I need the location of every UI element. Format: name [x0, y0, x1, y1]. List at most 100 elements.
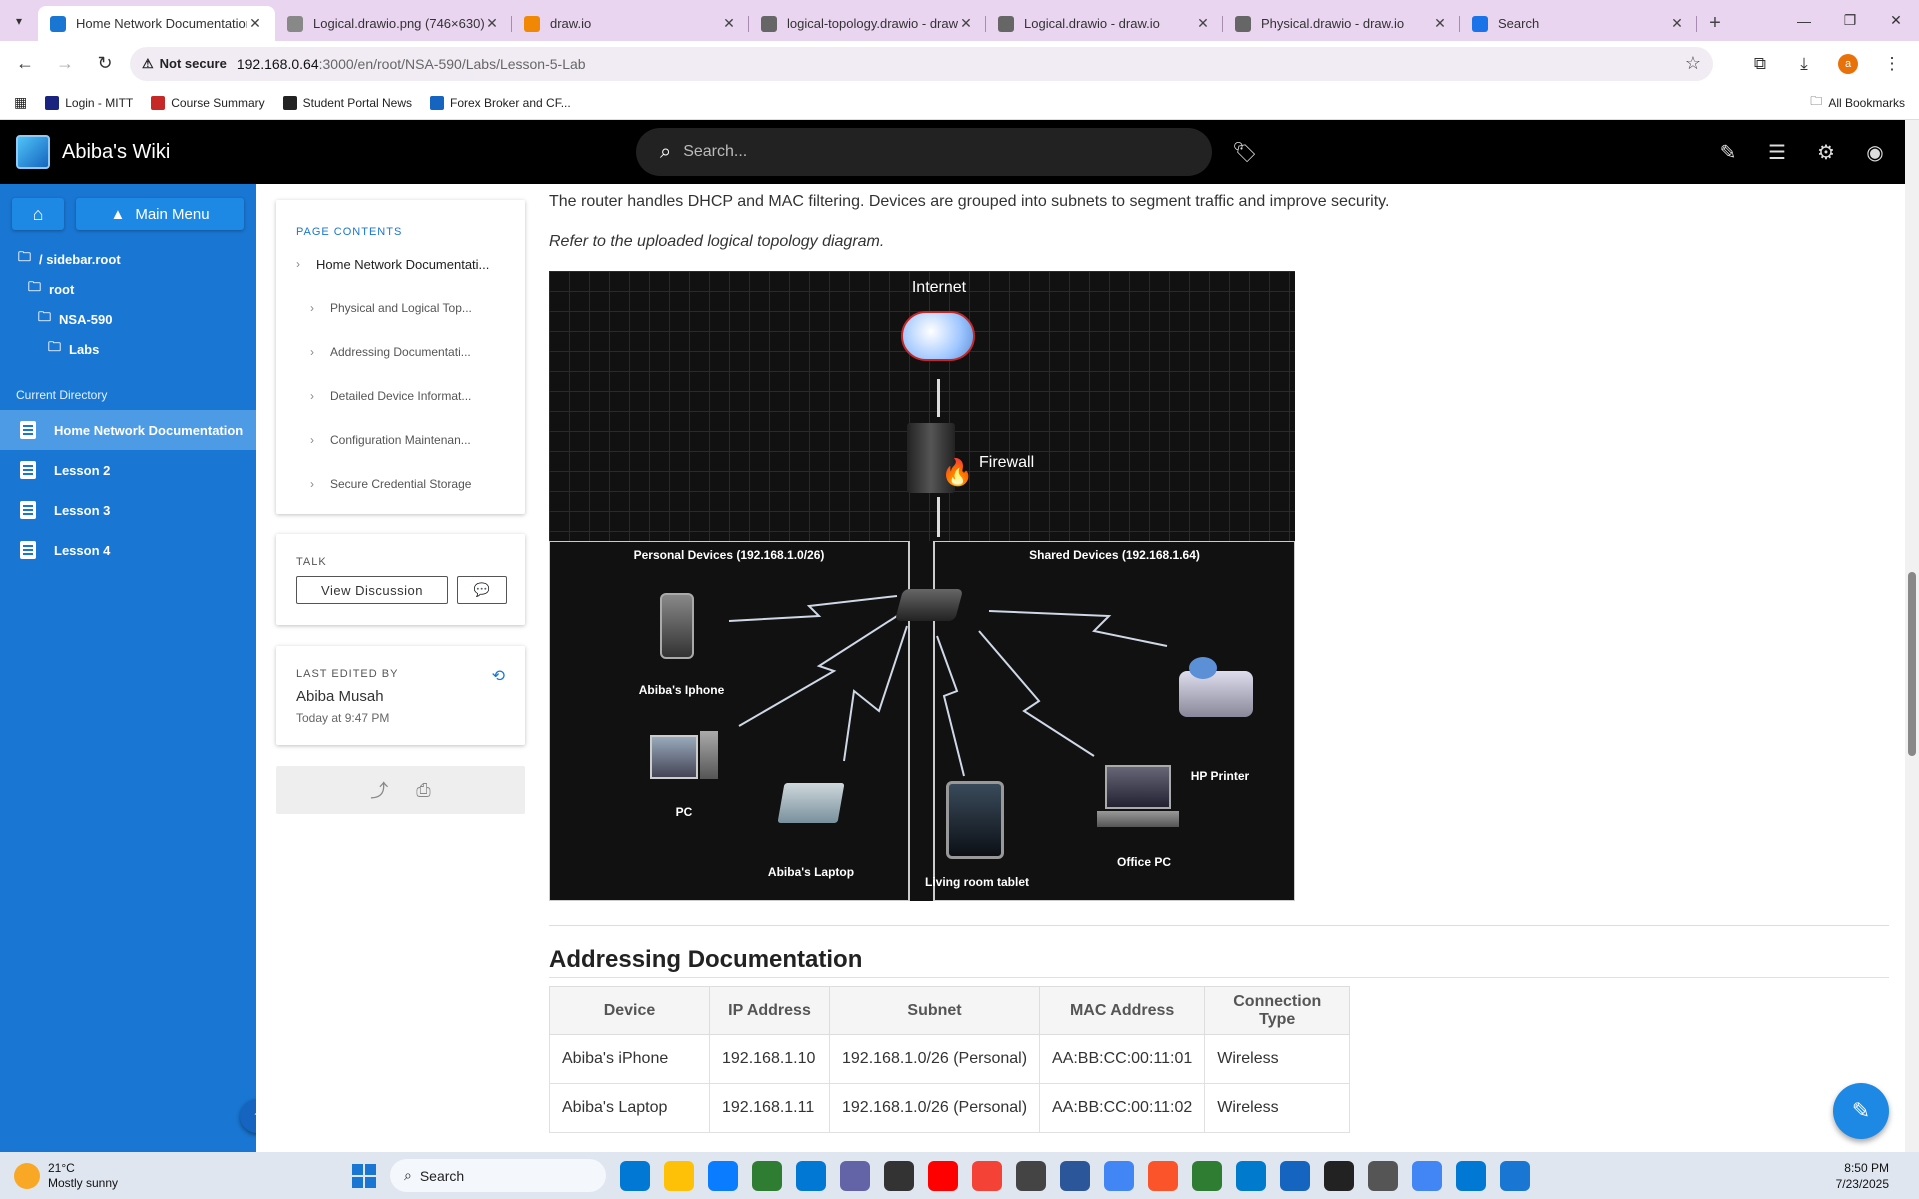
- table-header-cell[interactable]: MAC Address: [1039, 986, 1206, 1035]
- weather-widget[interactable]: 21°C Mostly sunny: [14, 1161, 118, 1191]
- restore-icon[interactable]: ❐: [1827, 0, 1873, 41]
- toc-item[interactable]: › Configuration Maintenan...: [276, 418, 525, 462]
- tab-close-icon[interactable]: ✕: [1195, 15, 1211, 32]
- profile-avatar[interactable]: a: [1831, 47, 1865, 81]
- last-edited-author[interactable]: Abiba Musah: [296, 688, 525, 705]
- taskbar-app-icon[interactable]: [1280, 1161, 1310, 1191]
- folder-tree-item[interactable]: 🗀 NSA-590: [0, 304, 256, 334]
- browser-tab[interactable]: Physical.drawio - draw.io ✕: [1223, 6, 1460, 41]
- bookmark-star-icon[interactable]: ☆: [1685, 53, 1701, 74]
- taskbar-app-icon[interactable]: [1368, 1161, 1398, 1191]
- history-icon[interactable]: ⟲: [492, 666, 505, 686]
- main-menu-button[interactable]: ▲ Main Menu: [76, 198, 244, 230]
- browser-menu-icon[interactable]: ⋮: [1875, 47, 1909, 81]
- share-icon[interactable]: ⤴: [370, 777, 388, 803]
- wiki-search-input[interactable]: ⌕ Search...: [636, 128, 1212, 176]
- browser-tab[interactable]: draw.io ✕: [512, 6, 749, 41]
- folder-tree-item[interactable]: 🗀 root: [0, 274, 256, 304]
- taskbar-app-icon[interactable]: [1500, 1161, 1530, 1191]
- tab-close-icon[interactable]: ✕: [247, 15, 263, 32]
- windows-start-icon[interactable]: [352, 1164, 376, 1188]
- folder-tree-item[interactable]: 🗀 / sidebar.root: [0, 244, 256, 274]
- new-comment-button[interactable]: 💬: [457, 576, 507, 604]
- sidebar-page-item[interactable]: Lesson 3: [0, 490, 256, 530]
- taskbar-app-icon[interactable]: [1324, 1161, 1354, 1191]
- bookmark-item[interactable]: Login - MITT: [45, 95, 133, 110]
- close-window-icon[interactable]: ✕: [1873, 0, 1919, 41]
- toc-item[interactable]: › Detailed Device Informat...: [276, 374, 525, 418]
- not-secure-badge[interactable]: ⚠ Not secure: [142, 56, 227, 72]
- admin-gear-icon[interactable]: ⚙: [1808, 134, 1844, 170]
- taskbar-app-icon[interactable]: [620, 1161, 650, 1191]
- address-bar[interactable]: ⚠ Not secure 192.168.0.64:3000/en/root/NS…: [130, 46, 1713, 81]
- taskbar-app-icon[interactable]: [1192, 1161, 1222, 1191]
- back-icon[interactable]: ←: [10, 49, 40, 79]
- forward-icon[interactable]: →: [50, 49, 80, 79]
- extensions-icon[interactable]: ⧉: [1743, 47, 1777, 81]
- browser-tab[interactable]: Home Network Documentation ✕: [38, 6, 275, 41]
- page-actions-icon[interactable]: ☰: [1759, 134, 1795, 170]
- taskbar-app-icon[interactable]: [1236, 1161, 1266, 1191]
- taskbar-app-icon[interactable]: [1016, 1161, 1046, 1191]
- view-discussion-button[interactable]: View Discussion: [296, 576, 448, 604]
- scrollbar-thumb[interactable]: [1908, 572, 1916, 756]
- table-header-cell[interactable]: Connection Type: [1204, 986, 1351, 1035]
- bookmark-item[interactable]: Course Summary: [151, 95, 265, 110]
- taskbar-app-icon[interactable]: [1412, 1161, 1442, 1191]
- wiki-title[interactable]: Abiba's Wiki: [62, 141, 170, 164]
- tab-close-icon[interactable]: ✕: [1669, 15, 1685, 32]
- download-icon[interactable]: ⤓: [1787, 47, 1821, 81]
- reload-icon[interactable]: ↻: [90, 49, 120, 79]
- apps-grid-icon[interactable]: ▦: [14, 94, 27, 111]
- edit-page-button[interactable]: ✎: [1833, 1083, 1889, 1139]
- tab-search-dropdown-icon[interactable]: ▾: [0, 0, 38, 41]
- tab-close-icon[interactable]: ✕: [958, 15, 974, 32]
- taskbar-app-icon[interactable]: [1104, 1161, 1134, 1191]
- folder-tree-item[interactable]: 🗀 Labs: [0, 334, 256, 364]
- taskbar-app-icon[interactable]: [708, 1161, 738, 1191]
- browser-tab[interactable]: logical-topology.drawio - draw.io ✕: [749, 6, 986, 41]
- minimize-icon[interactable]: —: [1781, 0, 1827, 41]
- wiki-logo[interactable]: [16, 135, 50, 169]
- taskbar-app-icon[interactable]: [928, 1161, 958, 1191]
- taskbar-search-icon: ⌕: [404, 1167, 412, 1183]
- bookmark-item[interactable]: Forex Broker and CF...: [430, 95, 571, 110]
- tab-close-icon[interactable]: ✕: [484, 15, 500, 32]
- account-icon[interactable]: ◉: [1857, 134, 1893, 170]
- logical-topology-diagram[interactable]: Internet 🔥 Firewall Personal Devices (19…: [549, 271, 1295, 901]
- browser-tab[interactable]: Search ✕: [1460, 6, 1697, 41]
- taskbar-app-icon[interactable]: [972, 1161, 1002, 1191]
- table-header-cell[interactable]: Device: [549, 986, 710, 1035]
- toc-item[interactable]: › Addressing Documentati...: [276, 330, 525, 374]
- toc-item[interactable]: › Secure Credential Storage: [276, 462, 525, 506]
- tab-close-icon[interactable]: ✕: [721, 15, 737, 32]
- table-header-cell[interactable]: Subnet: [828, 986, 1041, 1035]
- taskbar-app-icon[interactable]: [664, 1161, 694, 1191]
- taskbar-app-icon[interactable]: [752, 1161, 782, 1191]
- toc-item[interactable]: › Home Network Documentati...: [276, 242, 525, 286]
- taskbar-app-icon[interactable]: [796, 1161, 826, 1191]
- table-header-cell[interactable]: IP Address: [709, 986, 830, 1035]
- sidebar-page-item[interactable]: Home Network Documentation: [0, 410, 256, 450]
- page-scrollbar[interactable]: [1905, 120, 1919, 1152]
- sidebar-page-item[interactable]: Lesson 4: [0, 530, 256, 570]
- toc-item[interactable]: › Physical and Logical Top...: [276, 286, 525, 330]
- bookmark-item[interactable]: Student Portal News: [282, 95, 412, 110]
- system-clock[interactable]: 8:50 PM 7/23/2025: [1836, 1160, 1889, 1192]
- taskbar-app-icon[interactable]: [1148, 1161, 1178, 1191]
- taskbar-app-icon[interactable]: [840, 1161, 870, 1191]
- tab-close-icon[interactable]: ✕: [1432, 15, 1448, 32]
- taskbar-search[interactable]: ⌕ Search: [390, 1159, 606, 1192]
- taskbar-app-icon[interactable]: [1060, 1161, 1090, 1191]
- browser-tab[interactable]: Logical.drawio - draw.io ✕: [986, 6, 1223, 41]
- taskbar-app-icon[interactable]: [884, 1161, 914, 1191]
- new-tab-button[interactable]: +: [1697, 6, 1733, 41]
- print-icon[interactable]: ⎙: [416, 780, 430, 801]
- sidebar-page-item[interactable]: Lesson 2: [0, 450, 256, 490]
- home-button[interactable]: ⌂: [12, 198, 64, 230]
- all-bookmarks[interactable]: 🗀 All Bookmarks: [1810, 92, 1905, 113]
- new-page-icon[interactable]: ✎: [1710, 134, 1746, 170]
- tags-icon[interactable]: 🏷: [1232, 140, 1257, 165]
- browser-tab[interactable]: Logical.drawio.png (746×630) ✕: [275, 6, 512, 41]
- taskbar-app-icon[interactable]: [1456, 1161, 1486, 1191]
